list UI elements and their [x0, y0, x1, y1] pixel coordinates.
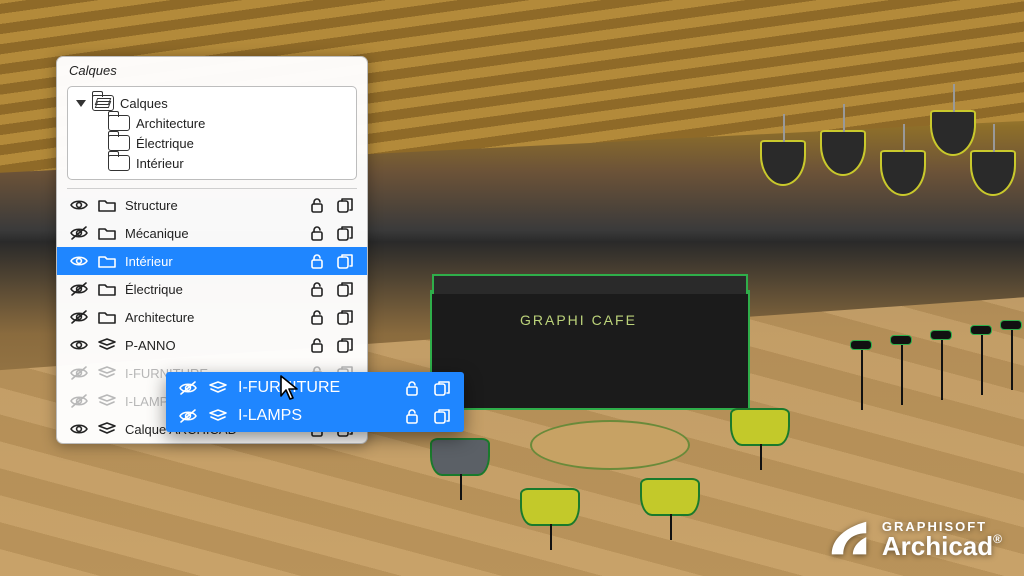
eye-off-icon — [178, 408, 198, 424]
tree-root[interactable]: Calques — [76, 93, 350, 113]
tree-item-label: Électrique — [136, 136, 194, 151]
row-buttons — [307, 281, 355, 297]
unlock-icon[interactable] — [307, 225, 327, 241]
folder-icon — [97, 225, 117, 241]
copy-icon[interactable] — [335, 281, 355, 297]
row-buttons — [307, 309, 355, 325]
layer-row[interactable]: P-ANNO — [57, 331, 367, 359]
tree-item-label: Architecture — [136, 116, 205, 131]
layer-name[interactable]: P-ANNO — [125, 338, 299, 353]
unlock-icon[interactable] — [307, 197, 327, 213]
layer-row[interactable]: Intérieur — [57, 247, 367, 275]
flyout-label: I-FURNITURE — [238, 379, 392, 397]
layer-name[interactable]: Intérieur — [125, 254, 299, 269]
eye-icon[interactable] — [69, 197, 89, 213]
chair — [430, 420, 490, 500]
eye-off-icon[interactable] — [69, 281, 89, 297]
layer-row[interactable]: Électrique — [57, 275, 367, 303]
unlock-icon[interactable] — [307, 281, 327, 297]
layer-icon — [208, 380, 228, 396]
brand-line2: Archicad® — [882, 534, 1002, 559]
bar-stool — [970, 325, 992, 395]
chair — [730, 390, 790, 470]
row-buttons — [307, 337, 355, 353]
disclosure-triangle-icon[interactable] — [76, 100, 86, 107]
folder-stack-icon — [92, 95, 114, 111]
row-buttons — [307, 197, 355, 213]
drag-flyout: I-FURNITURE I-LAMPS — [166, 372, 464, 432]
brand-watermark: GRAPHISOFT Archicad® — [826, 516, 1002, 562]
eye-icon[interactable] — [69, 337, 89, 353]
copy-icon[interactable] — [335, 253, 355, 269]
unlock-icon[interactable] — [307, 253, 327, 269]
tree-root-label: Calques — [120, 96, 168, 111]
layer-name[interactable]: Mécanique — [125, 226, 299, 241]
flyout-label: I-LAMPS — [238, 407, 392, 425]
tree-item-label: Intérieur — [136, 156, 184, 171]
layer-icon — [97, 393, 117, 409]
unlock-icon — [402, 380, 422, 396]
layer-icon — [97, 421, 117, 437]
folder-icon — [108, 155, 130, 171]
folder-icon — [97, 197, 117, 213]
bar-counter — [430, 290, 750, 410]
copy-icon — [432, 380, 452, 396]
bar-sign: GRAPHI CAFE — [520, 312, 637, 328]
copy-icon[interactable] — [335, 197, 355, 213]
pendant-lamp — [970, 150, 1016, 196]
layer-row[interactable]: Architecture — [57, 303, 367, 331]
tree-item-electrique[interactable]: Électrique — [76, 133, 350, 153]
eye-off-icon — [178, 380, 198, 396]
copy-icon[interactable] — [335, 225, 355, 241]
eye-icon[interactable] — [69, 421, 89, 437]
bar-stool — [890, 335, 912, 405]
layer-icon — [208, 408, 228, 424]
layer-name[interactable]: Architecture — [125, 310, 299, 325]
pendant-lamp — [760, 140, 806, 186]
eye-off-icon[interactable] — [69, 309, 89, 325]
bar-stool — [850, 340, 872, 410]
row-buttons — [307, 225, 355, 241]
unlock-icon — [402, 408, 422, 424]
tree-item-architecture[interactable]: Architecture — [76, 113, 350, 133]
folder-icon — [97, 309, 117, 325]
layer-icon — [97, 365, 117, 381]
bar-stool — [930, 330, 952, 400]
folder-icon — [97, 253, 117, 269]
folder-icon — [108, 115, 130, 131]
pendant-lamp — [930, 110, 976, 156]
eye-off-icon[interactable] — [69, 225, 89, 241]
pendant-lamp — [820, 130, 866, 176]
folder-icon — [108, 135, 130, 151]
row-buttons — [307, 253, 355, 269]
chair — [520, 470, 580, 550]
unlock-icon[interactable] — [307, 337, 327, 353]
eye-icon[interactable] — [69, 253, 89, 269]
folder-tree[interactable]: Calques Architecture Électrique Intérieu… — [67, 86, 357, 180]
copy-icon — [432, 408, 452, 424]
copy-icon[interactable] — [335, 309, 355, 325]
pendant-lamp — [880, 150, 926, 196]
eye-off-icon[interactable] — [69, 393, 89, 409]
eye-off-icon[interactable] — [69, 365, 89, 381]
unlock-icon[interactable] — [307, 309, 327, 325]
brand-mark-icon — [826, 516, 872, 562]
layer-name[interactable]: Électrique — [125, 282, 299, 297]
layer-name[interactable]: Structure — [125, 198, 299, 213]
chair — [640, 460, 700, 540]
layer-row[interactable]: Mécanique — [57, 219, 367, 247]
bar-stool — [1000, 320, 1022, 390]
flyout-row: I-FURNITURE — [166, 374, 464, 402]
flyout-row: I-LAMPS — [166, 402, 464, 430]
folder-icon — [97, 281, 117, 297]
copy-icon[interactable] — [335, 337, 355, 353]
layer-row[interactable]: Structure — [57, 191, 367, 219]
layer-icon — [97, 337, 117, 353]
divider — [67, 188, 357, 189]
palette-title: Calques — [57, 57, 367, 82]
tree-item-interieur[interactable]: Intérieur — [76, 153, 350, 173]
